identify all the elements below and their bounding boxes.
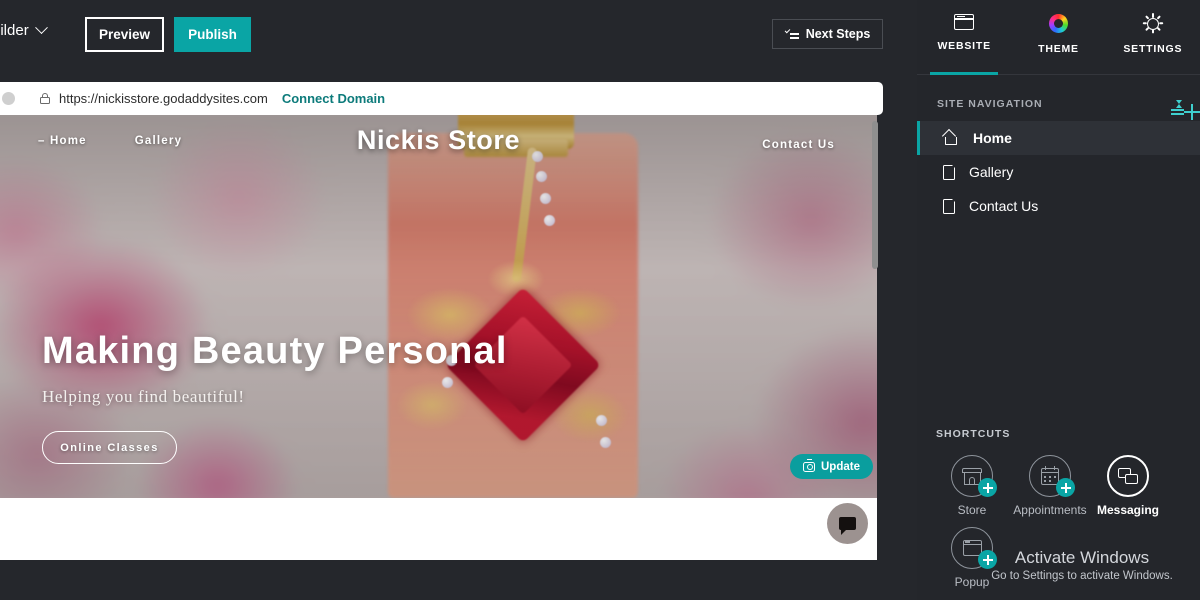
builder-menu-label: uilder — [0, 22, 29, 39]
shortcuts-header: SHORTCUTS — [936, 428, 1011, 440]
tab-website-label: WEBSITE — [937, 40, 991, 52]
site-navigation-header: SITE NAVIGATION — [917, 87, 1200, 121]
connect-domain-link[interactable]: Connect Domain — [282, 91, 385, 106]
browser-icon — [954, 14, 975, 30]
chevron-down-icon — [34, 21, 48, 35]
lock-icon — [39, 92, 50, 105]
shortcut-messaging[interactable]: Messaging — [1089, 455, 1167, 517]
site-nav-right: Contact Us — [762, 135, 835, 153]
shortcut-label: Appointments — [1013, 503, 1087, 517]
hero-cta-button[interactable]: Online Classes — [42, 431, 177, 464]
next-steps-label: Next Steps — [805, 27, 871, 41]
shortcut-appointments[interactable]: Appointments — [1011, 455, 1089, 517]
document-icon — [943, 198, 956, 214]
checklist-icon — [784, 27, 799, 40]
site-navigation-label: SITE NAVIGATION — [937, 98, 1043, 110]
shortcut-messaging-circle — [1107, 455, 1149, 497]
sidebar-item-label: Home — [973, 130, 1012, 146]
hero-heading: Making Beauty Personal — [42, 330, 508, 372]
sidebar-item-home[interactable]: Home — [917, 121, 1200, 155]
shortcut-store[interactable]: Store — [933, 455, 1011, 517]
tab-settings[interactable]: SETTINGS — [1106, 0, 1200, 74]
preview-button[interactable]: Preview — [85, 17, 164, 52]
site-nav-link-home[interactable]: Home — [38, 135, 87, 147]
site-url-text: https://nickisstore.godaddysites.com — [59, 91, 268, 106]
editor-topbar: uilder Preview Publish Next Steps — [0, 0, 917, 68]
site-preview-frame: Nickis Store Home Gallery Contact Us Mak… — [0, 115, 877, 560]
panel-tabs: WEBSITE THEME SETTINGS — [917, 0, 1200, 75]
add-badge-icon — [978, 478, 997, 497]
next-steps-button[interactable]: Next Steps — [772, 19, 883, 49]
sidebar-item-gallery[interactable]: Gallery — [917, 155, 1200, 189]
sidebar-item-label: Gallery — [969, 164, 1014, 180]
update-button-label: Update — [821, 460, 860, 473]
hero-subheading: Helping you find beautiful! — [42, 387, 245, 406]
shortcut-popup[interactable]: Popup — [933, 527, 1011, 589]
browser-dot-icon — [2, 92, 15, 105]
color-wheel-icon — [1048, 14, 1068, 33]
tab-settings-label: SETTINGS — [1123, 43, 1183, 55]
hero-copy: Making Beauty Personal Helping you find … — [42, 330, 508, 464]
document-icon — [943, 164, 956, 180]
publish-button[interactable]: Publish — [174, 17, 251, 52]
tab-website[interactable]: WEBSITE — [917, 0, 1011, 74]
preview-scrollbar[interactable] — [872, 115, 878, 560]
shortcut-label: Store — [957, 503, 987, 517]
preview-scrollbar-thumb[interactable] — [872, 121, 878, 269]
add-badge-icon — [978, 550, 997, 569]
builder-menu-button[interactable]: uilder — [0, 21, 48, 39]
messaging-icon — [1118, 467, 1138, 485]
chat-bubble-icon — [839, 517, 856, 535]
sidebar-item-contact-us[interactable]: Contact Us — [917, 189, 1200, 223]
app-root: uilder Preview Publish Next Steps https:… — [0, 0, 1200, 600]
add-badge-icon — [1056, 478, 1075, 497]
hero-section[interactable]: Nickis Store Home Gallery Contact Us Mak… — [0, 115, 877, 498]
site-navigation-list: Home Gallery Contact Us — [917, 121, 1200, 223]
site-nav-link-contact-us[interactable]: Contact Us — [762, 139, 835, 151]
shortcut-label: Popup — [954, 575, 990, 589]
sidebar-item-label: Contact Us — [969, 198, 1039, 214]
home-icon — [941, 128, 959, 146]
shortcut-store-circle — [951, 455, 997, 497]
site-nav-link-gallery[interactable]: Gallery — [135, 135, 182, 147]
site-nav-left: Home Gallery — [38, 135, 182, 147]
shortcut-label: Messaging — [1096, 503, 1159, 517]
site-header-nav: Nickis Store Home Gallery Contact Us — [0, 125, 877, 161]
editor-area: uilder Preview Publish Next Steps https:… — [0, 0, 917, 600]
shortcut-popup-circle — [951, 527, 997, 569]
url-bar[interactable]: https://nickisstore.godaddysites.com Con… — [0, 82, 883, 115]
shortcut-appointments-circle — [1029, 455, 1075, 497]
shortcuts-grid: Store Appointments Messaging Popup — [933, 455, 1191, 599]
chat-widget-button[interactable] — [827, 503, 868, 544]
preview-white-section — [0, 498, 877, 560]
gear-icon — [1142, 13, 1164, 34]
update-image-button[interactable]: Update — [790, 454, 873, 479]
camera-icon — [803, 459, 815, 472]
tab-theme-label: THEME — [1038, 43, 1079, 55]
tab-theme[interactable]: THEME — [1011, 0, 1105, 74]
